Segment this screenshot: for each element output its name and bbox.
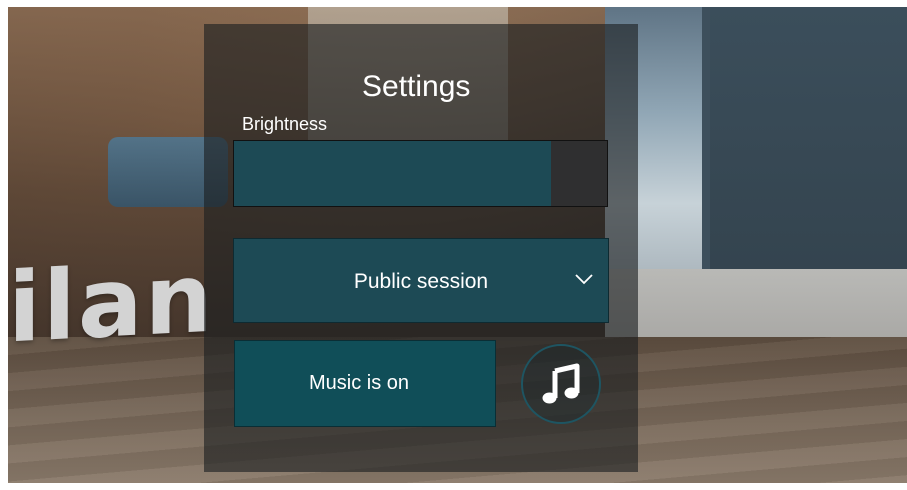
brightness-slider-fill: [234, 141, 552, 206]
game-viewport: ilan Settings Brightness Public session …: [8, 7, 907, 483]
session-dropdown[interactable]: Public session: [233, 238, 609, 323]
settings-title: Settings: [362, 70, 471, 103]
session-dropdown-value: Public session: [353, 270, 489, 293]
background-wordmark: ilan: [8, 241, 215, 365]
background-right-wall: [710, 7, 907, 269]
music-icon-button[interactable]: [521, 344, 601, 424]
music-note-icon: [542, 363, 580, 404]
brightness-slider[interactable]: [233, 140, 608, 207]
background-window-frame: [702, 7, 710, 269]
brightness-label: Brightness: [242, 114, 328, 134]
music-toggle-button[interactable]: Music is on: [234, 340, 496, 427]
settings-panel: Settings Brightness Public session Music…: [204, 24, 638, 472]
music-toggle-label: Music is on: [308, 372, 410, 394]
chevron-down-icon: [575, 274, 593, 285]
